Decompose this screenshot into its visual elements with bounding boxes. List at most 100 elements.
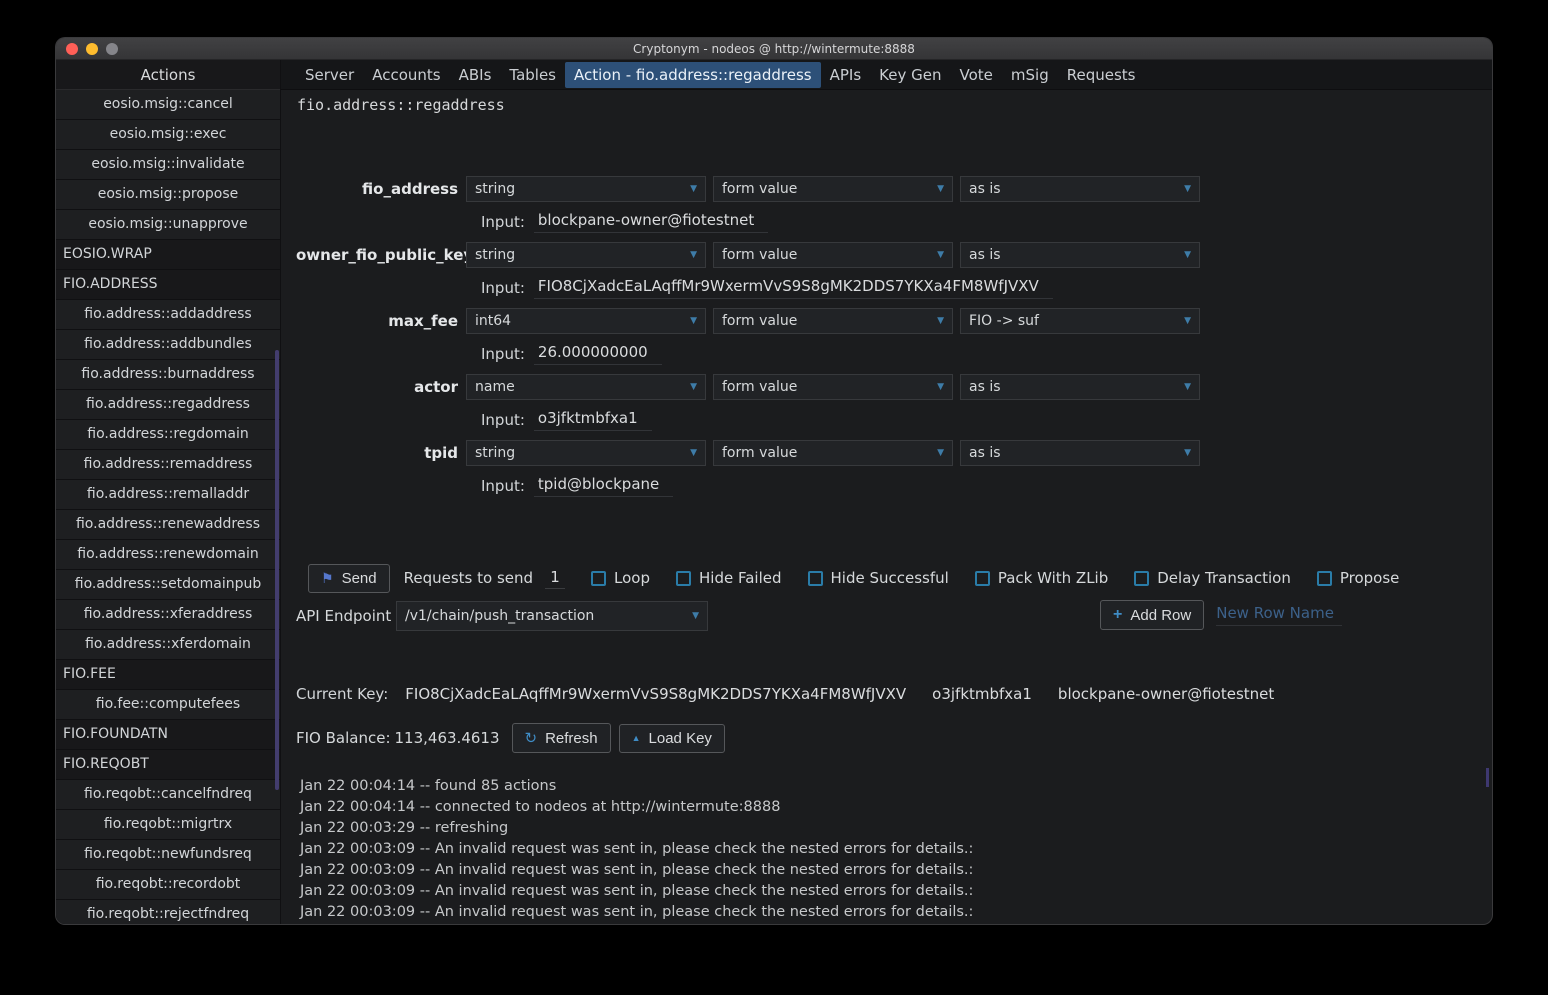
transform-value: as is bbox=[969, 247, 1180, 263]
input-row: Input: FIO8CjXadcEaLAqffMr9WxermVvS9S8gM… bbox=[296, 276, 1492, 300]
input-label: Input: bbox=[481, 279, 525, 297]
tab-key-gen[interactable]: Key Gen bbox=[870, 62, 950, 88]
tpid-input[interactable]: tpid@blockpane bbox=[534, 475, 673, 497]
sidebar-scrollbar[interactable] bbox=[275, 350, 279, 790]
input-label: Input: bbox=[481, 345, 525, 363]
checkbox-loop[interactable]: Loop bbox=[591, 569, 650, 587]
chevron-down-icon: ▼ bbox=[1184, 316, 1191, 326]
sidebar-contract-header[interactable]: FIO.FOUNDATN bbox=[56, 720, 280, 750]
sidebar-action-item[interactable]: fio.address::burnaddress bbox=[56, 360, 280, 390]
sidebar-action-item[interactable]: fio.reqobt::rejectfndreq bbox=[56, 900, 280, 924]
sidebar-action-item[interactable]: eosio.msig::invalidate bbox=[56, 150, 280, 180]
fio-address-input[interactable]: blockpane-owner@fiotestnet bbox=[534, 211, 768, 233]
new-row-name-input[interactable]: New Row Name bbox=[1216, 604, 1342, 626]
send-flag-icon: ⚑ bbox=[321, 570, 334, 587]
value-source-select[interactable]: form value ▼ bbox=[713, 308, 953, 334]
value-source-select[interactable]: form value ▼ bbox=[713, 374, 953, 400]
max-fee-input[interactable]: 26.000000000 bbox=[534, 343, 662, 365]
checkbox-label: Hide Failed bbox=[699, 569, 782, 587]
load-key-button[interactable]: ▲ Load Key bbox=[619, 724, 725, 753]
input-row: Input: tpid@blockpane bbox=[296, 474, 1492, 498]
value-source-select[interactable]: form value ▼ bbox=[713, 242, 953, 268]
type-select[interactable]: string ▼ bbox=[466, 242, 706, 268]
api-endpoint-select[interactable]: /v1/chain/push_transaction ▼ bbox=[396, 601, 708, 631]
chevron-down-icon: ▼ bbox=[1184, 382, 1191, 392]
checkbox-hide-failed[interactable]: Hide Failed bbox=[676, 569, 782, 587]
tab-action-regaddress[interactable]: Action - fio.address::regaddress bbox=[565, 62, 821, 88]
type-select[interactable]: string ▼ bbox=[466, 176, 706, 202]
sidebar-action-item[interactable]: eosio.msig::cancel bbox=[56, 90, 280, 120]
tab-accounts[interactable]: Accounts bbox=[363, 62, 449, 88]
sidebar-contract-header[interactable]: FIO.ADDRESS bbox=[56, 270, 280, 300]
sidebar-action-item[interactable]: fio.address::addaddress bbox=[56, 300, 280, 330]
type-select[interactable]: int64 ▼ bbox=[466, 308, 706, 334]
minimize-window-button[interactable] bbox=[86, 43, 98, 55]
input-row: Input: blockpane-owner@fiotestnet bbox=[296, 210, 1492, 234]
current-public-key: FIO8CjXadcEaLAqffMr9WxermVvS9S8gMK2DDS7Y… bbox=[405, 685, 906, 703]
transform-select[interactable]: as is ▼ bbox=[960, 176, 1200, 202]
tab-requests[interactable]: Requests bbox=[1058, 62, 1145, 88]
checkbox-icon bbox=[808, 571, 823, 586]
sidebar-contract-header[interactable]: FIO.REQOBT bbox=[56, 750, 280, 780]
transform-select[interactable]: as is ▼ bbox=[960, 374, 1200, 400]
value-source-value: form value bbox=[722, 379, 933, 395]
add-row-button[interactable]: + Add Row bbox=[1100, 600, 1204, 630]
checkbox-pack-with-zlib[interactable]: Pack With ZLib bbox=[975, 569, 1108, 587]
tab-abis[interactable]: ABIs bbox=[450, 62, 501, 88]
sidebar-action-item[interactable]: fio.fee::computefees bbox=[56, 690, 280, 720]
refresh-button[interactable]: ↻ Refresh bbox=[512, 723, 611, 753]
add-row-label: Add Row bbox=[1130, 607, 1191, 624]
sidebar-action-item[interactable]: fio.address::remalladdr bbox=[56, 480, 280, 510]
checkbox-propose[interactable]: Propose bbox=[1317, 569, 1400, 587]
app-window: Cryptonym - nodeos @ http://wintermute:8… bbox=[56, 38, 1492, 924]
api-endpoint-value: /v1/chain/push_transaction bbox=[405, 608, 688, 624]
tab-apis[interactable]: APIs bbox=[821, 62, 871, 88]
close-window-button[interactable] bbox=[66, 43, 78, 55]
transform-select[interactable]: as is ▼ bbox=[960, 440, 1200, 466]
sidebar-contract-header[interactable]: EOSIO.WRAP bbox=[56, 240, 280, 270]
sidebar-action-item[interactable]: fio.address::remaddress bbox=[56, 450, 280, 480]
sidebar-action-item[interactable]: fio.reqobt::cancelfndreq bbox=[56, 780, 280, 810]
sidebar-action-item[interactable]: fio.address::regdomain bbox=[56, 420, 280, 450]
sidebar-action-item[interactable]: eosio.msig::unapprove bbox=[56, 210, 280, 240]
chevron-down-icon: ▼ bbox=[690, 382, 697, 392]
main-scrollbar[interactable] bbox=[1486, 768, 1489, 787]
transform-select[interactable]: as is ▼ bbox=[960, 242, 1200, 268]
sidebar-action-item[interactable]: fio.address::renewaddress bbox=[56, 510, 280, 540]
sidebar-action-item[interactable]: fio.address::xferaddress bbox=[56, 600, 280, 630]
type-select-value: string bbox=[475, 445, 686, 461]
transform-value: as is bbox=[969, 379, 1180, 395]
sidebar-action-item[interactable]: fio.address::renewdomain bbox=[56, 540, 280, 570]
title-bar[interactable]: Cryptonym - nodeos @ http://wintermute:8… bbox=[56, 38, 1492, 60]
owner-public-key-input[interactable]: FIO8CjXadcEaLAqffMr9WxermVvS9S8gMK2DDS7Y… bbox=[534, 277, 1053, 299]
requests-to-send-input[interactable]: 1 bbox=[545, 568, 565, 589]
tab-server[interactable]: Server bbox=[296, 62, 363, 88]
sidebar-action-item[interactable]: fio.address::addbundles bbox=[56, 330, 280, 360]
sidebar-action-item[interactable]: fio.address::regaddress bbox=[56, 390, 280, 420]
sidebar-contract-header[interactable]: FIO.FEE bbox=[56, 660, 280, 690]
type-select[interactable]: string ▼ bbox=[466, 440, 706, 466]
tab-tables[interactable]: Tables bbox=[500, 62, 565, 88]
field-label: owner_fio_public_key bbox=[296, 246, 458, 264]
tab-vote[interactable]: Vote bbox=[951, 62, 1002, 88]
sidebar-action-item[interactable]: fio.address::setdomainpub bbox=[56, 570, 280, 600]
page-title: fio.address::regaddress bbox=[297, 96, 1492, 114]
type-select[interactable]: name ▼ bbox=[466, 374, 706, 400]
sidebar-action-item[interactable]: fio.reqobt::recordobt bbox=[56, 870, 280, 900]
checkbox-hide-successful[interactable]: Hide Successful bbox=[808, 569, 949, 587]
sidebar-action-item[interactable]: eosio.msig::exec bbox=[56, 120, 280, 150]
transform-select[interactable]: FIO -> suf ▼ bbox=[960, 308, 1200, 334]
value-source-select[interactable]: form value ▼ bbox=[713, 176, 953, 202]
checkbox-delay-transaction[interactable]: Delay Transaction bbox=[1134, 569, 1291, 587]
value-source-select[interactable]: form value ▼ bbox=[713, 440, 953, 466]
zoom-window-button[interactable] bbox=[106, 43, 118, 55]
send-button[interactable]: ⚑ Send bbox=[308, 564, 390, 593]
sidebar-action-item[interactable]: eosio.msig::propose bbox=[56, 180, 280, 210]
sidebar-action-item[interactable]: fio.address::xferdomain bbox=[56, 630, 280, 660]
input-label: Input: bbox=[481, 477, 525, 495]
sidebar-action-item[interactable]: fio.reqobt::migrtrx bbox=[56, 810, 280, 840]
sidebar-action-item[interactable]: fio.reqobt::newfundsreq bbox=[56, 840, 280, 870]
actor-input[interactable]: o3jfktmbfxa1 bbox=[534, 409, 652, 431]
form-row: owner_fio_public_key string ▼ form value… bbox=[296, 242, 1492, 268]
tab-msig[interactable]: mSig bbox=[1002, 62, 1058, 88]
